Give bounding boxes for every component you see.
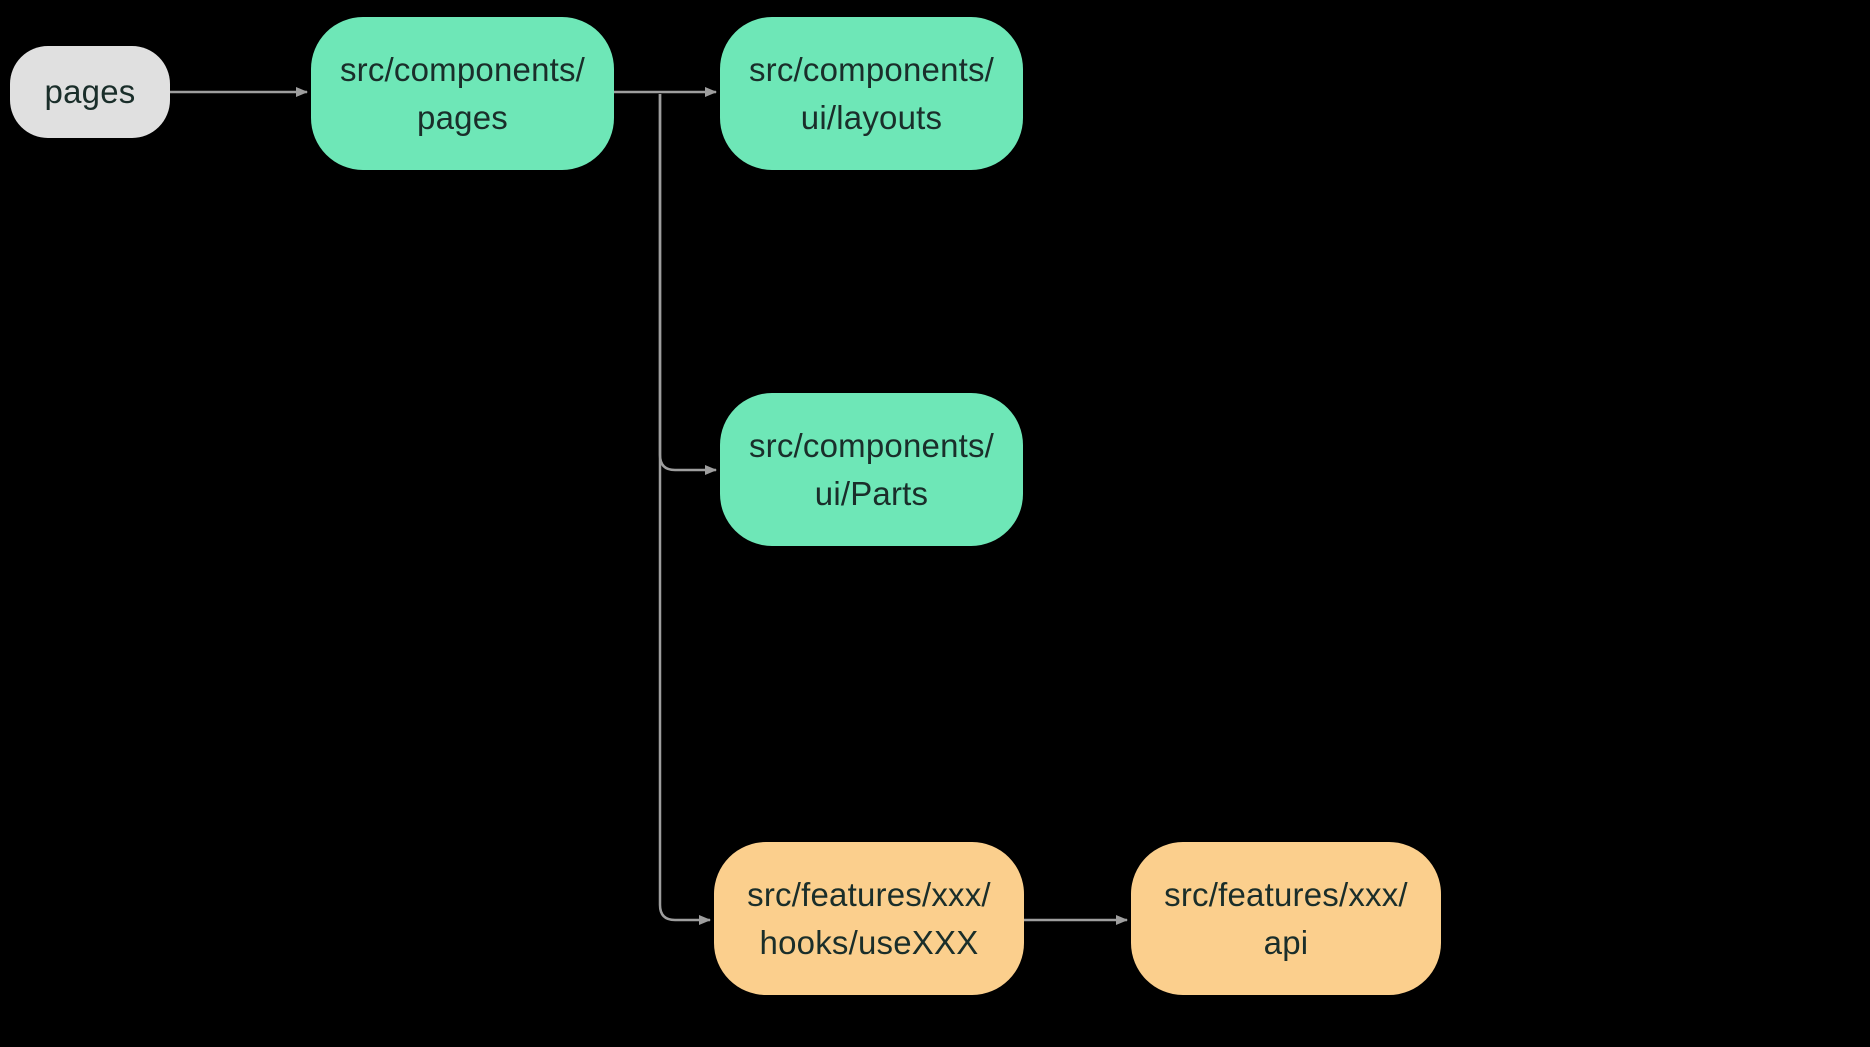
dependency-diagram: pages src/components/pages src/component… xyxy=(0,0,1870,1047)
node-label: src/components/ui/layouts xyxy=(749,46,994,142)
node-label: src/components/pages xyxy=(340,46,585,142)
node-components-layouts: src/components/ui/layouts xyxy=(720,17,1023,170)
node-components-parts: src/components/ui/Parts xyxy=(720,393,1023,546)
node-components-pages: src/components/pages xyxy=(311,17,614,170)
node-label: src/features/xxx/hooks/useXXX xyxy=(747,871,991,967)
node-pages: pages xyxy=(10,46,170,138)
node-features-hooks: src/features/xxx/hooks/useXXX xyxy=(714,842,1024,995)
arrow-components-pages-to-parts xyxy=(660,94,716,470)
node-label: src/features/xxx/api xyxy=(1164,871,1408,967)
arrow-components-pages-to-hooks xyxy=(660,94,710,920)
node-label: src/components/ui/Parts xyxy=(749,422,994,518)
node-label: pages xyxy=(45,68,136,116)
node-features-api: src/features/xxx/api xyxy=(1131,842,1441,995)
